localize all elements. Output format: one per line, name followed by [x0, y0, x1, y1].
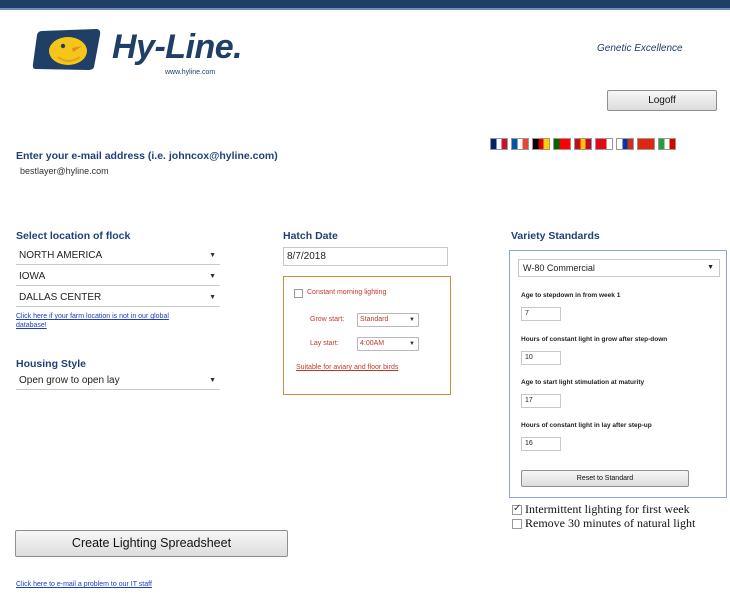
- email-field[interactable]: bestlayer@hyline.com: [20, 166, 109, 176]
- variety-value: W-80 Commercial: [523, 263, 595, 273]
- hatch-date-label: Hatch Date: [283, 230, 338, 242]
- english-flag-icon[interactable]: [490, 138, 508, 150]
- chick-logo-icon: [32, 27, 102, 71]
- dropdown-arrow-icon: ▼: [209, 273, 216, 280]
- state-select[interactable]: IOWA ▼: [16, 269, 220, 286]
- dropdown-arrow-icon: ▼: [209, 377, 216, 384]
- reset-standard-button[interactable]: Reset to Standard: [521, 470, 689, 487]
- top-bar: [0, 0, 730, 8]
- hatch-date-input[interactable]: 8/7/2018: [283, 247, 448, 266]
- chinese-flag-icon[interactable]: [637, 138, 655, 150]
- dropdown-arrow-icon: ▼: [409, 317, 415, 323]
- brand-name: Hy-Line.: [112, 28, 243, 66]
- variety-select[interactable]: W-80 Commercial ▼: [518, 259, 720, 277]
- portuguese-flag-icon[interactable]: [553, 138, 571, 150]
- email-label: Enter your e-mail address (i.e. johncox@…: [16, 150, 278, 162]
- logoff-button[interactable]: Logoff: [607, 90, 717, 111]
- dropdown-arrow-icon: ▼: [707, 264, 714, 271]
- stimulation-age-input[interactable]: 17: [521, 394, 561, 408]
- dropdown-arrow-icon: ▼: [409, 341, 415, 347]
- city-value: DALLAS CENTER: [19, 292, 102, 303]
- brand-url: www.hyline.com: [165, 69, 216, 76]
- region-select[interactable]: NORTH AMERICA ▼: [16, 248, 220, 265]
- stepdown-age-input[interactable]: 7: [521, 307, 561, 321]
- city-select[interactable]: DALLAS CENTER ▼: [16, 290, 220, 307]
- grow-light-hours-label: Hours of constant light in grow after st…: [521, 336, 668, 343]
- stepdown-age-label: Age to stepdown in from week 1: [521, 292, 621, 299]
- grow-start-value: Standard: [360, 316, 389, 323]
- create-spreadsheet-button[interactable]: Create Lighting Spreadsheet: [15, 530, 288, 557]
- location-label: Select location of flock: [16, 230, 131, 242]
- housing-label: Housing Style: [16, 358, 87, 370]
- lay-start-label: Lay start:: [310, 340, 339, 347]
- constant-lighting-checkbox[interactable]: [294, 289, 303, 298]
- grow-start-select[interactable]: Standard ▼: [357, 313, 419, 327]
- spanish-flag-icon[interactable]: [574, 138, 592, 150]
- german-flag-icon[interactable]: [532, 138, 550, 150]
- lay-start-select[interactable]: 4:00AM ▼: [357, 337, 419, 351]
- housing-select[interactable]: Open grow to open lay ▼: [16, 373, 220, 390]
- variety-panel: [509, 250, 727, 498]
- housing-value: Open grow to open lay: [19, 375, 120, 386]
- iranian-flag-icon[interactable]: [658, 138, 676, 150]
- dropdown-arrow-icon: ▼: [209, 294, 216, 301]
- check-icon: ✓: [513, 503, 522, 514]
- lay-light-hours-label: Hours of constant light in lay after ste…: [521, 422, 652, 429]
- turkish-flag-icon[interactable]: [595, 138, 613, 150]
- lay-light-hours-input[interactable]: 16: [521, 437, 561, 451]
- suitable-link[interactable]: Suitable for aviary and floor birds: [296, 364, 398, 371]
- variety-label: Variety Standards: [511, 230, 600, 242]
- lay-start-value: 4:00AM: [360, 340, 385, 347]
- tagline: Genetic Excellence: [597, 43, 683, 54]
- farm-location-link[interactable]: Click here if your farm location is not …: [16, 312, 196, 330]
- russian-flag-icon[interactable]: [616, 138, 634, 150]
- language-flags: [490, 138, 722, 152]
- stimulation-age-label: Age to start light stimulation at maturi…: [521, 379, 645, 386]
- remove-natural-light-label: Remove 30 minutes of natural light: [525, 516, 696, 530]
- state-value: IOWA: [19, 271, 46, 282]
- top-bar-accent: [0, 8, 730, 10]
- dropdown-arrow-icon: ▼: [209, 252, 216, 259]
- remove-natural-light-checkbox[interactable]: [512, 519, 522, 529]
- region-value: NORTH AMERICA: [19, 250, 103, 261]
- intermittent-lighting-checkbox[interactable]: ✓: [512, 503, 522, 515]
- report-problem-link[interactable]: Click here to e-mail a problem to our IT…: [16, 581, 152, 588]
- french-flag-icon[interactable]: [511, 138, 529, 150]
- constant-lighting-label: Constant morning lighting: [307, 289, 387, 296]
- grow-light-hours-input[interactable]: 10: [521, 351, 561, 365]
- grow-start-label: Grow start:: [310, 316, 345, 323]
- intermittent-lighting-label: Intermittent lighting for first week: [525, 502, 690, 516]
